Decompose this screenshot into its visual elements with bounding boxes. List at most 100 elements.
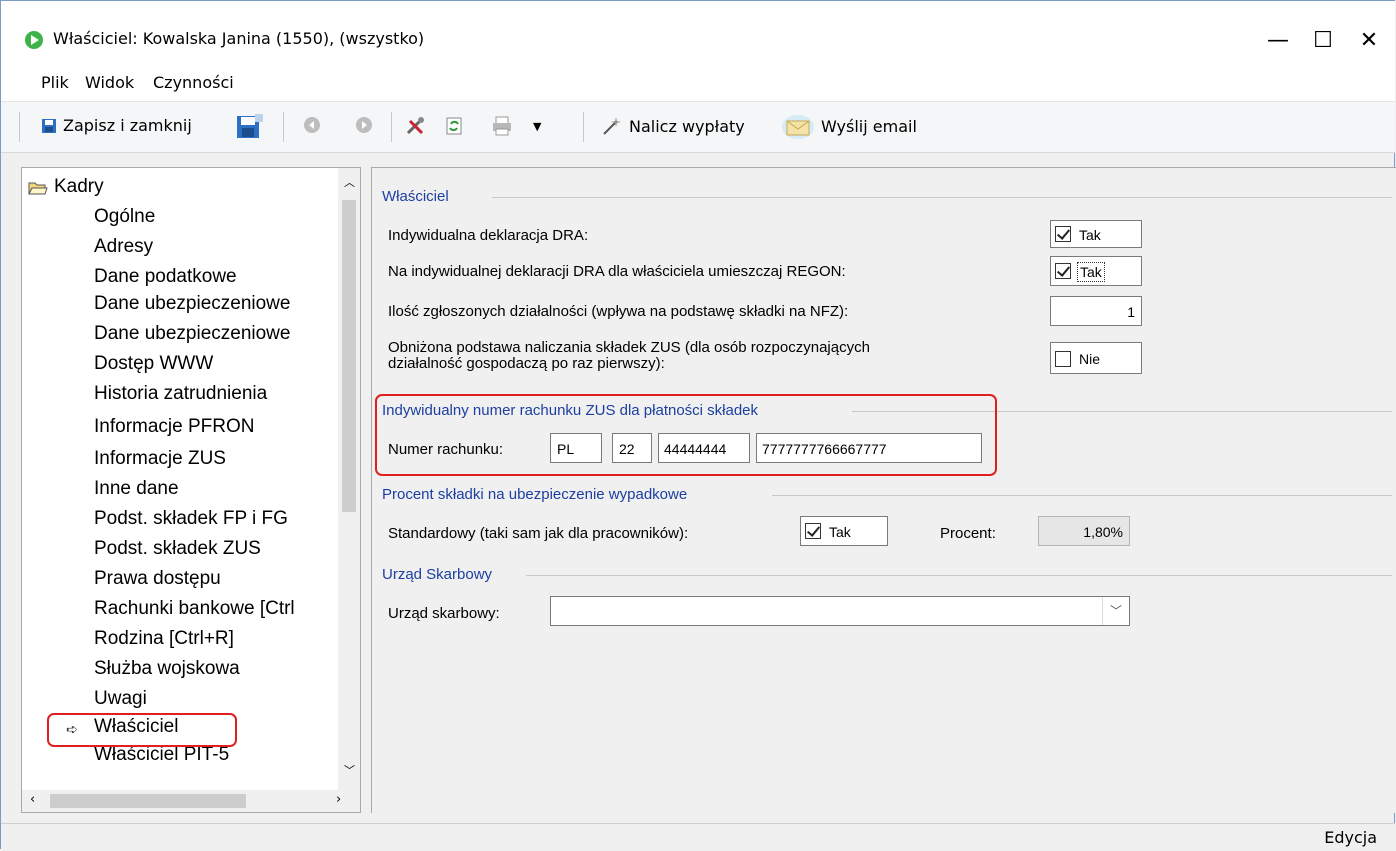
activity-count-label: Ilość zgłoszonych działalności (wpływa n… — [388, 303, 849, 320]
tree-item[interactable]: Uwagi — [94, 688, 147, 710]
save-button[interactable] — [235, 112, 265, 140]
scroll-right-icon[interactable]: › — [336, 792, 341, 807]
regon-checkbox[interactable] — [1055, 263, 1071, 279]
menu-bar: Plik Widok Czynności — [1, 63, 1395, 102]
percent-readonly-field: 1,80% — [1038, 516, 1130, 546]
group-divider — [526, 575, 1392, 576]
standard-rate-label: Standardowy (taki sam jak dla pracownikó… — [388, 525, 689, 542]
regon-label: Na indywidualnej deklaracji DRA dla właś… — [388, 263, 846, 280]
tree-item[interactable]: Podst. składek ZUS — [94, 538, 261, 560]
regon-value: Tak — [1077, 262, 1105, 282]
reduced-base-checkbox-field[interactable]: Nie — [1050, 342, 1142, 374]
activity-count-value: 1 — [1127, 304, 1135, 320]
reduced-base-label-line1: Obniżona podstawa naliczania składek ZUS… — [388, 339, 870, 356]
next-button[interactable] — [355, 116, 373, 134]
highlight-frame — [47, 713, 237, 747]
group-divider — [772, 495, 1392, 496]
reduced-base-label-line2: działalność gospodaczą po raz pierwszy): — [388, 355, 665, 372]
folder-open-icon — [28, 180, 48, 200]
percent-label: Procent: — [940, 525, 996, 542]
tools-icon — [406, 117, 424, 135]
chevron-down-icon[interactable]: ▼ — [533, 120, 541, 133]
refresh-button[interactable] — [445, 116, 463, 136]
magic-wand-icon — [603, 117, 621, 135]
details-panel: Właściciel Indywidualna deklaracja DRA: … — [371, 167, 1396, 813]
email-icon — [782, 115, 814, 139]
maximize-button[interactable]: ☐ — [1301, 19, 1345, 63]
tree-item[interactable]: Informacje ZUS — [94, 448, 226, 470]
menu-plik[interactable]: Plik — [41, 73, 69, 92]
tree-item[interactable]: Służba wojskowa — [94, 658, 240, 680]
owner-group-title: Właściciel — [382, 188, 453, 205]
menu-czynnosci[interactable]: Czynności — [153, 73, 234, 92]
tree-item[interactable]: Rodzina [Ctrl+R] — [94, 628, 234, 650]
tree-item[interactable]: Inne dane — [94, 478, 179, 500]
tree-root-kadry[interactable]: Kadry — [54, 176, 104, 198]
tax-office-group-title: Urząd Skarbowy — [382, 566, 497, 583]
highlight-frame — [375, 394, 997, 476]
scroll-up-icon[interactable]: ︿ — [344, 174, 355, 190]
arrow-right-icon — [356, 117, 372, 133]
tree-item[interactable]: Dane ubezpieczeniowe — [94, 323, 290, 345]
vertical-scrollbar[interactable]: ︿ ﹀ — [338, 168, 360, 790]
main-window: Właściciel: Kowalska Janina (1550), (wsz… — [0, 0, 1396, 851]
send-email-button[interactable]: Wyślij email — [781, 112, 917, 140]
refresh-icon — [446, 117, 462, 135]
scroll-down-icon[interactable]: ﹀ — [344, 762, 355, 778]
tree-item[interactable]: Ogólne — [94, 206, 155, 228]
tree-item[interactable]: Informacje PFRON — [94, 416, 254, 438]
standard-rate-checkbox[interactable] — [805, 523, 821, 539]
reduced-base-checkbox[interactable] — [1055, 351, 1071, 367]
standard-rate-checkbox-field[interactable]: Tak — [800, 516, 888, 546]
tools-button[interactable] — [405, 116, 427, 136]
minimize-button[interactable]: — — [1256, 19, 1300, 63]
group-divider — [492, 197, 1392, 198]
toolbar-separator — [283, 112, 284, 142]
status-bar: Edycja — [1, 823, 1395, 851]
title-bar: Właściciel: Kowalska Janina (1550), (wsz… — [1, 1, 1395, 63]
save-icon — [42, 118, 56, 133]
dra-value: Tak — [1079, 227, 1101, 243]
toolbar-separator — [583, 112, 584, 142]
status-mode: Edycja — [1324, 828, 1377, 847]
save-large-icon — [237, 114, 263, 138]
dra-label: Indywidualna deklaracja DRA: — [388, 227, 589, 244]
scroll-thumb[interactable] — [50, 794, 246, 808]
tree-item[interactable]: Rachunki bankowe [Ctrl — [94, 598, 295, 620]
tree-item[interactable]: Prawa dostępu — [94, 568, 221, 590]
regon-checkbox-field[interactable]: Tak — [1050, 256, 1142, 286]
send-email-label: Wyślij email — [821, 116, 917, 136]
arrow-left-icon — [304, 117, 320, 133]
print-button[interactable]: ▼ — [491, 116, 541, 136]
accident-group-title: Procent składki na ubezpieczenie wypadko… — [382, 486, 692, 503]
window-title: Właściciel: Kowalska Janina (1550), (wsz… — [53, 29, 425, 48]
reduced-base-value: Nie — [1079, 351, 1101, 367]
toolbar-separator — [391, 112, 392, 142]
tax-office-dropdown[interactable]: ﹀ — [550, 596, 1130, 626]
menu-widok[interactable]: Widok — [85, 73, 134, 92]
save-close-label: Zapisz i zamknij — [63, 116, 192, 135]
tree-item[interactable]: Dane podatkowe — [94, 266, 237, 288]
tree-item[interactable]: Dostęp WWW — [94, 353, 213, 375]
horizontal-scrollbar[interactable]: ‹ › — [22, 790, 360, 812]
tree-item[interactable]: Podst. składek FP i FG — [94, 508, 288, 530]
chevron-down-icon[interactable]: ﹀ — [1102, 597, 1129, 625]
toolbar: Zapisz i zamknij ▼ Nalicz wypłaty Wyślij… — [1, 102, 1395, 153]
activity-count-input[interactable]: 1 — [1050, 296, 1142, 326]
calc-payouts-button[interactable]: Nalicz wypłaty — [601, 116, 745, 136]
tree-item[interactable]: Historia zatrudnienia — [94, 383, 267, 405]
save-close-button[interactable]: Zapisz i zamknij — [41, 116, 192, 135]
close-button[interactable]: ✕ — [1347, 19, 1391, 63]
tree-item[interactable]: Właściciel PIT-5 — [94, 744, 229, 766]
calc-payouts-label: Nalicz wypłaty — [629, 116, 745, 136]
previous-button[interactable] — [303, 116, 321, 134]
toolbar-grip — [19, 112, 20, 142]
scroll-thumb[interactable] — [342, 200, 356, 512]
standard-rate-value: Tak — [829, 524, 851, 540]
dra-checkbox[interactable] — [1055, 226, 1071, 242]
tree-item[interactable]: Adresy — [94, 236, 153, 258]
dra-checkbox-field[interactable]: Tak — [1050, 220, 1142, 248]
scroll-left-icon[interactable]: ‹ — [30, 792, 35, 807]
printer-icon — [493, 116, 511, 136]
tree-item[interactable]: Dane ubezpieczeniowe — [94, 293, 290, 315]
